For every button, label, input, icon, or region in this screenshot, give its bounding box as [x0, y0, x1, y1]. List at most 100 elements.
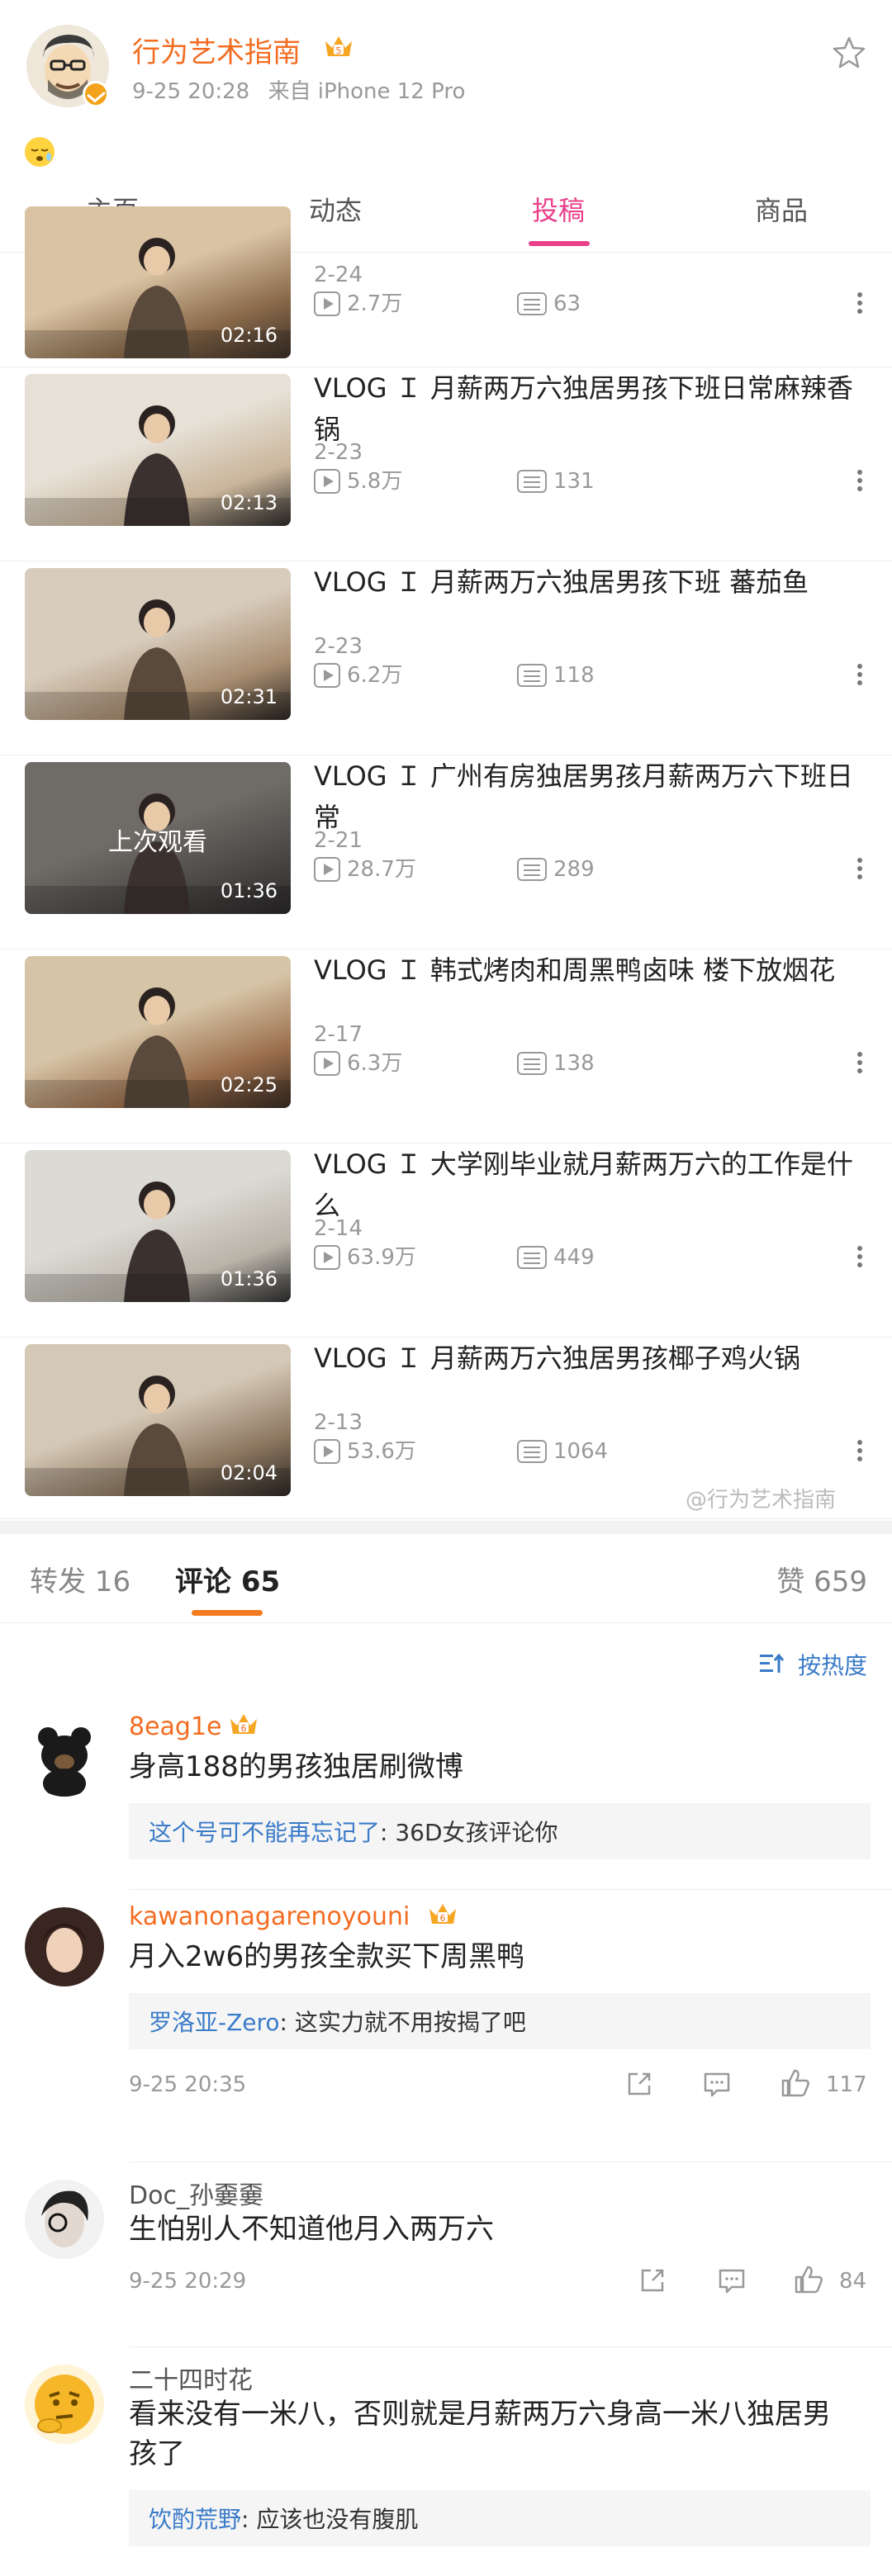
- svg-text:5: 5: [336, 45, 342, 56]
- video-title[interactable]: VLOG Ｉ 韩式烤肉和周黑鸭卤味 楼下放烟花: [314, 949, 859, 991]
- video-row[interactable]: 02:16 2-24 2.7万 63: [0, 206, 892, 367]
- danmaku-icon: [517, 292, 547, 315]
- video-row[interactable]: 02:31 VLOG Ｉ 月薪两万六独居男孩下班 蕃茄鱼 2-23 6.2万 118: [0, 561, 892, 755]
- reply-preview[interactable]: 罗洛亚-Zero: 这实力就不用按揭了吧: [129, 1993, 871, 2049]
- video-duration: 02:25: [220, 1073, 278, 1096]
- video-duration: 02:16: [220, 324, 278, 347]
- video-row[interactable]: 02:25 VLOG Ｉ 韩式烤肉和周黑鸭卤味 楼下放烟花 2-17 6.3万 138: [0, 949, 892, 1144]
- commenter-name[interactable]: 8eag1e: [129, 1712, 222, 1741]
- video-title[interactable]: VLOG Ｉ 月薪两万六独居男孩下班日常麻辣香锅: [314, 367, 859, 450]
- video-thumbnail[interactable]: 02:25: [25, 956, 291, 1108]
- play-count: 6.2万: [347, 663, 403, 688]
- commenter-name[interactable]: 二十四时花: [129, 2360, 253, 2396]
- comment-time: 9-25 20:35: [129, 2072, 247, 2097]
- video-date: 2-13: [314, 1410, 363, 1435]
- reply-text: : 这实力就不用按揭了吧: [279, 2009, 526, 2036]
- danmaku-count: 131: [553, 469, 595, 494]
- commenter-name[interactable]: kawanonagarenoyouni: [129, 1902, 410, 1931]
- danmaku-count: 449: [553, 1245, 595, 1270]
- tab-comments[interactable]: 评论 65: [175, 1559, 280, 1599]
- tab-shop[interactable]: 商品: [699, 190, 864, 228]
- vip-crown-icon: 5: [325, 36, 352, 56]
- comment-time: 9-25 20:29: [129, 2269, 247, 2294]
- commenter-avatar[interactable]: [25, 1717, 104, 1797]
- share-icon[interactable]: [624, 2069, 654, 2099]
- sort-by-hot-button[interactable]: 按热度: [798, 1648, 867, 1681]
- video-date: 2-24: [314, 263, 363, 287]
- watermark: @行为艺术指南: [686, 1488, 837, 1513]
- tab-likes[interactable]: 赞 659: [776, 1559, 867, 1599]
- play-count-icon: [314, 1051, 340, 1076]
- comment-divider: [129, 2346, 892, 2347]
- more-options-icon[interactable]: [857, 1049, 864, 1077]
- comment-text: 身高188的男孩独居刷微博: [129, 1750, 463, 1783]
- commenter-name[interactable]: Doc_孙嫑嫑: [129, 2175, 263, 2211]
- reply-author[interactable]: 饮酌荒野: [149, 2506, 241, 2533]
- danmaku-count: 63: [553, 291, 581, 316]
- vip-crown-icon: 6: [429, 1904, 456, 1924]
- comment-reply-icon[interactable]: [702, 2069, 732, 2099]
- post-header: 行为艺术指南 5 9-25 20:28 来自 iPhone 12 Pro: [0, 0, 892, 116]
- play-count-icon: [314, 857, 340, 882]
- reply-preview[interactable]: 这个号可不能再忘记了: 36D女孩评论你: [129, 1803, 871, 1859]
- svg-text:6: 6: [241, 1723, 247, 1734]
- commenter-avatar[interactable]: [25, 1907, 104, 1986]
- commenter-avatar[interactable]: [25, 2180, 104, 2259]
- post-time: 9-25 20:28: [132, 79, 250, 104]
- reply-author[interactable]: 这个号可不能再忘记了: [149, 1819, 380, 1846]
- more-options-icon[interactable]: [857, 289, 864, 317]
- video-thumbnail[interactable]: 02:04: [25, 1344, 291, 1496]
- reply-text: : 应该也没有腹肌: [241, 2506, 419, 2533]
- video-thumbnail[interactable]: 01:36: [25, 1150, 291, 1302]
- video-thumbnail[interactable]: 02:31: [25, 568, 291, 720]
- more-options-icon[interactable]: [857, 466, 864, 495]
- video-row[interactable]: 01:36 VLOG Ｉ 大学刚毕业就月薪两万六的工作是什么 2-14 63.9万 44…: [0, 1144, 892, 1338]
- video-title[interactable]: VLOG Ｉ 广州有房独居男孩月薪两万六下班日常: [314, 755, 859, 838]
- video-duration: 02:13: [220, 491, 278, 514]
- like-thumb-icon[interactable]: [780, 2067, 811, 2099]
- play-count: 6.3万: [347, 1051, 403, 1076]
- tab-reposts[interactable]: 转发 16: [30, 1559, 130, 1599]
- video-duration: 02:31: [220, 685, 278, 708]
- more-options-icon[interactable]: [857, 1437, 864, 1465]
- danmaku-count: 1064: [553, 1439, 609, 1464]
- play-count: 53.6万: [347, 1439, 416, 1464]
- video-title[interactable]: VLOG Ｉ 月薪两万六独居男孩椰子鸡火锅: [314, 1338, 859, 1379]
- tab-posts[interactable]: 投稿: [476, 190, 641, 228]
- comment-tab-indicator: [192, 1610, 263, 1616]
- video-row[interactable]: 02:13 VLOG Ｉ 月薪两万六独居男孩下班日常麻辣香锅 2-23 5.8万 131: [0, 367, 892, 561]
- star-outline-icon[interactable]: [831, 35, 867, 71]
- video-title[interactable]: VLOG Ｉ 月薪两万六独居男孩下班 蕃茄鱼: [314, 561, 859, 603]
- like-count: 84: [839, 2269, 867, 2294]
- comment-tabs: 转发 16 评论 65 赞 659: [0, 1534, 892, 1623]
- reply-preview[interactable]: 饮酌荒野: 应该也没有腹肌: [129, 2490, 871, 2546]
- person-avatar-icon: [25, 2180, 104, 2259]
- video-thumbnail[interactable]: 02:16: [25, 206, 291, 358]
- video-row[interactable]: 上次观看 01:36 VLOG Ｉ 广州有房独居男孩月薪两万六下班日常 2-21 28.…: [0, 755, 892, 949]
- video-duration: 01:36: [220, 879, 278, 902]
- sort-icon[interactable]: [760, 1653, 785, 1674]
- more-options-icon[interactable]: [857, 855, 864, 883]
- comment-text: 月入2w6的男孩全款买下周黑鸭: [129, 1940, 525, 1973]
- danmaku-icon: [517, 470, 547, 493]
- share-icon[interactable]: [638, 2266, 667, 2295]
- reply-author[interactable]: 罗洛亚-Zero: [149, 2009, 280, 2036]
- commenter-avatar[interactable]: [25, 2365, 104, 2444]
- more-options-icon[interactable]: [857, 1243, 864, 1271]
- like-thumb-icon[interactable]: [793, 2264, 824, 2295]
- video-title[interactable]: VLOG Ｉ 大学刚毕业就月薪两万六的工作是什么: [314, 1144, 859, 1226]
- play-count: 28.7万: [347, 857, 416, 882]
- sleepy-face-emoji: [25, 137, 55, 167]
- author-name[interactable]: 行为艺术指南: [132, 30, 301, 70]
- video-thumbnail[interactable]: 上次观看 01:36: [25, 762, 291, 914]
- verified-badge-icon: [83, 81, 109, 107]
- vip-crown-icon: 6: [230, 1714, 257, 1734]
- danmaku-count: 289: [553, 857, 595, 882]
- comment-reply-icon[interactable]: [717, 2266, 747, 2295]
- play-count: 2.7万: [347, 291, 403, 316]
- danmaku-count: 118: [553, 663, 595, 688]
- thinking-face-emoji-avatar: [35, 2375, 94, 2434]
- more-options-icon[interactable]: [857, 661, 864, 689]
- play-count-icon: [314, 469, 340, 494]
- video-thumbnail[interactable]: 02:13: [25, 374, 291, 526]
